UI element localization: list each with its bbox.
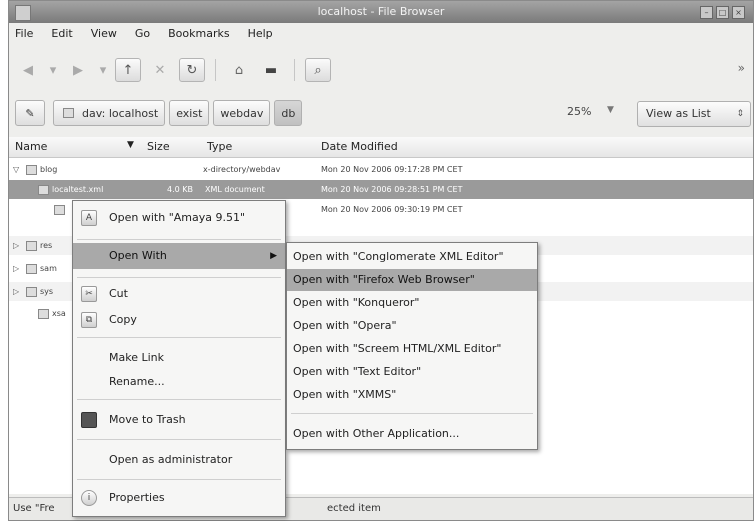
maximize-button[interactable]: □ <box>716 6 729 19</box>
path-button-exist[interactable]: exist <box>169 100 210 126</box>
expander-open-icon[interactable]: ▽ <box>13 160 19 179</box>
reload-icon[interactable]: ↻ <box>179 58 205 82</box>
context-menu: A Open with "Amaya 9.51" Open With ▶ ✂ C… <box>72 200 286 517</box>
computer-icon[interactable]: ▬ <box>258 58 284 82</box>
window-title: localhost - File Browser <box>317 5 445 18</box>
menu-item-rename[interactable]: Rename... <box>73 369 285 395</box>
menu-bookmarks[interactable]: Bookmarks <box>166 26 231 44</box>
close-button[interactable]: × <box>732 6 745 19</box>
back-icon[interactable]: ◀ <box>15 58 41 82</box>
open-with-submenu: Open with "Conglomerate XML Editor" Open… <box>286 242 538 450</box>
titlebar[interactable]: localhost - File Browser – □ × <box>9 1 753 23</box>
submenu-item-conglomerate[interactable]: Open with "Conglomerate XML Editor" <box>287 246 537 268</box>
expander-closed-icon[interactable]: ▷ <box>13 282 19 301</box>
menu-separator <box>77 439 281 440</box>
file-icon <box>38 308 49 319</box>
menu-separator <box>77 337 281 338</box>
folder-icon <box>26 164 37 175</box>
xml-file-icon <box>38 184 49 195</box>
path-button-root[interactable]: dav: localhost <box>53 100 166 126</box>
menu-item-copy[interactable]: ⧉ Copy <box>73 307 285 333</box>
menubar: File Edit View Go Bookmarks Help <box>13 26 275 44</box>
amaya-app-icon: A <box>81 210 97 226</box>
file-row[interactable]: ▽ blog x-directory/webdav Mon 20 Nov 200… <box>9 160 753 179</box>
path-button-db[interactable]: db <box>274 100 303 126</box>
up-icon[interactable]: ↑ <box>115 58 141 82</box>
menu-separator <box>77 399 281 400</box>
menu-file[interactable]: File <box>13 26 35 44</box>
minimize-button[interactable]: – <box>700 6 713 19</box>
home-icon[interactable]: ⌂ <box>226 58 252 82</box>
drive-icon <box>63 108 74 118</box>
toolbar: ◀ ▾ ▶ ▾ ↑ ✕ ↻ ⌂ ▬ ⌕ <box>15 56 331 84</box>
status-text-right: ected item <box>327 503 381 514</box>
column-type[interactable]: Type <box>207 140 232 153</box>
edit-location-button[interactable]: ✎ <box>15 100 45 126</box>
menu-item-open-as-administrator[interactable]: Open as administrator <box>73 447 285 473</box>
pencil-icon: ✎ <box>25 106 35 120</box>
back-history-icon[interactable]: ▾ <box>47 58 59 82</box>
toolbar-separator <box>294 59 295 81</box>
forward-history-icon[interactable]: ▾ <box>97 58 109 82</box>
menu-item-open-with[interactable]: Open With ▶ <box>73 243 285 269</box>
properties-icon: i <box>81 490 97 506</box>
chevron-updown-icon: ⇕ <box>736 109 744 119</box>
submenu-item-xmms[interactable]: Open with "XMMS" <box>287 384 537 406</box>
column-header: Name ▼ Size Type Date Modified <box>9 137 753 158</box>
view-mode-select[interactable]: View as List ⇕ <box>637 101 751 127</box>
file-icon <box>54 204 65 215</box>
expander-closed-icon[interactable]: ▷ <box>13 236 19 255</box>
submenu-item-firefox[interactable]: Open with "Firefox Web Browser" <box>287 269 537 291</box>
search-icon[interactable]: ⌕ <box>305 58 331 82</box>
menu-separator <box>291 413 533 414</box>
zoom-level[interactable]: 25% <box>567 105 591 118</box>
folder-icon <box>26 240 37 251</box>
submenu-arrow-icon: ▶ <box>270 251 277 261</box>
folder-icon <box>26 263 37 274</box>
menu-separator <box>77 277 281 278</box>
column-name[interactable]: Name <box>15 140 47 153</box>
copy-icon: ⧉ <box>81 312 97 328</box>
menu-separator <box>77 239 281 240</box>
menu-item-make-link[interactable]: Make Link <box>73 345 285 371</box>
menu-separator <box>77 479 281 480</box>
zoom-dropdown-icon[interactable]: ▼ <box>607 105 614 115</box>
file-row-selected[interactable]: localtest.xml 4.0 KB XML document Mon 20… <box>9 180 753 199</box>
toolbar-separator <box>215 59 216 81</box>
menu-item-open-with-amaya[interactable]: A Open with "Amaya 9.51" <box>73 205 285 231</box>
sort-desc-icon: ▼ <box>127 140 134 150</box>
column-date[interactable]: Date Modified <box>321 140 398 153</box>
menu-view[interactable]: View <box>89 26 119 44</box>
expander-closed-icon[interactable]: ▷ <box>13 259 19 278</box>
status-text-left: Use "Fre <box>13 503 55 514</box>
submenu-item-screem[interactable]: Open with "Screem HTML/XML Editor" <box>287 338 537 360</box>
window-menu-icon[interactable] <box>15 5 31 21</box>
submenu-item-text-editor[interactable]: Open with "Text Editor" <box>287 361 537 383</box>
trash-icon <box>81 412 97 428</box>
submenu-item-opera[interactable]: Open with "Opera" <box>287 315 537 337</box>
menu-help[interactable]: Help <box>246 26 275 44</box>
submenu-item-other-application[interactable]: Open with Other Application... <box>287 423 537 445</box>
cut-icon: ✂ <box>81 286 97 302</box>
menu-item-move-to-trash[interactable]: Move to Trash <box>73 407 285 433</box>
menu-item-properties[interactable]: i Properties <box>73 485 285 511</box>
stop-icon[interactable]: ✕ <box>147 58 173 82</box>
forward-icon[interactable]: ▶ <box>65 58 91 82</box>
menu-edit[interactable]: Edit <box>49 26 74 44</box>
menu-go[interactable]: Go <box>133 26 152 44</box>
menu-item-cut[interactable]: ✂ Cut <box>73 281 285 307</box>
path-button-webdav[interactable]: webdav <box>213 100 271 126</box>
folder-icon <box>26 286 37 297</box>
toolbar-overflow-icon[interactable]: » <box>738 61 745 75</box>
submenu-item-konqueror[interactable]: Open with "Konqueror" <box>287 292 537 314</box>
column-size[interactable]: Size <box>147 140 170 153</box>
